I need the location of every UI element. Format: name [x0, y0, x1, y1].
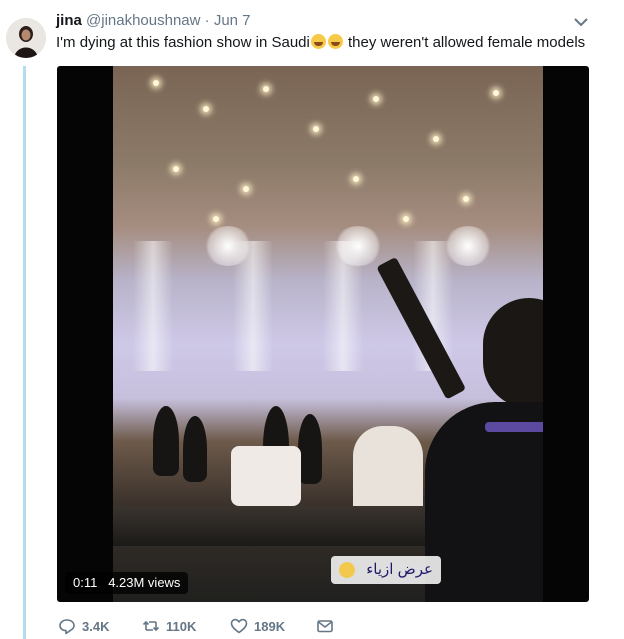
drape: [323, 241, 363, 371]
video-time: 0:11: [73, 575, 98, 590]
author-handle[interactable]: @jinakhoushnaw: [86, 12, 200, 29]
separator-dot: ·: [204, 12, 210, 29]
ceiling-light: [313, 126, 319, 132]
envelope-icon: [317, 620, 333, 633]
ceiling-light: [403, 216, 409, 222]
audience-person: [183, 416, 207, 482]
sofa: [231, 446, 301, 506]
laughing-tears-icon: [327, 34, 343, 49]
ceiling-light: [153, 80, 159, 86]
ceiling-light: [433, 136, 439, 142]
tweet-text: I'm dying at this fashion show in Saudi …: [56, 34, 585, 51]
audience-person: [298, 414, 322, 484]
foreground-head: [483, 298, 543, 408]
retweet-icon: [142, 620, 160, 632]
laughing-tears-icon: [310, 34, 326, 49]
like-button[interactable]: 189K: [230, 617, 285, 635]
chevron-down-icon[interactable]: [572, 15, 590, 29]
message-button[interactable]: [316, 617, 334, 635]
avatar-image: [6, 18, 46, 58]
reply-count: 3.4K: [82, 618, 110, 634]
avatar[interactable]: [6, 18, 46, 58]
ceiling-light: [203, 106, 209, 112]
thread-line: [23, 66, 26, 639]
ceiling-light: [243, 186, 249, 192]
video-time-badge: 0:11 4.23M views: [65, 572, 189, 594]
ceiling-light: [263, 86, 269, 92]
heart-icon: [230, 618, 248, 634]
ceiling-light: [493, 90, 499, 96]
tweet-header: jina @jinakhoushnaw · Jun 7: [56, 12, 594, 29]
ceiling-light: [213, 216, 219, 222]
ceiling-light: [463, 196, 469, 202]
tweet-text-part1: I'm dying at this fashion show in Saudi: [56, 34, 310, 51]
ceiling-light: [373, 96, 379, 102]
foreground-collar: [485, 422, 543, 432]
author-name[interactable]: jina: [56, 12, 82, 29]
retweet-button[interactable]: 110K: [142, 617, 196, 635]
reply-icon: [59, 619, 75, 635]
like-count: 189K: [254, 618, 286, 634]
retweet-count: 110K: [166, 618, 197, 634]
audience-person: [153, 406, 179, 476]
tweet-text-part2: they weren't allowed female models: [343, 34, 586, 51]
video-caption-text: عرض ازياء: [366, 561, 433, 578]
ceiling-light: [353, 176, 359, 182]
drape: [133, 241, 173, 371]
video-views: 4.23M views: [108, 575, 181, 590]
video-caption: عرض ازياء: [331, 556, 441, 584]
foreground-body: [425, 402, 543, 602]
video-player[interactable]: عرض ازياء 0:11 4.23M views: [57, 66, 589, 602]
smiley-icon: [339, 562, 355, 578]
reply-button[interactable]: 3.4K: [58, 617, 109, 635]
ceiling-light: [173, 166, 179, 172]
video-frame[interactable]: عرض ازياء: [113, 66, 543, 602]
drape: [233, 241, 273, 371]
tweet-date[interactable]: Jun 7: [214, 12, 251, 29]
